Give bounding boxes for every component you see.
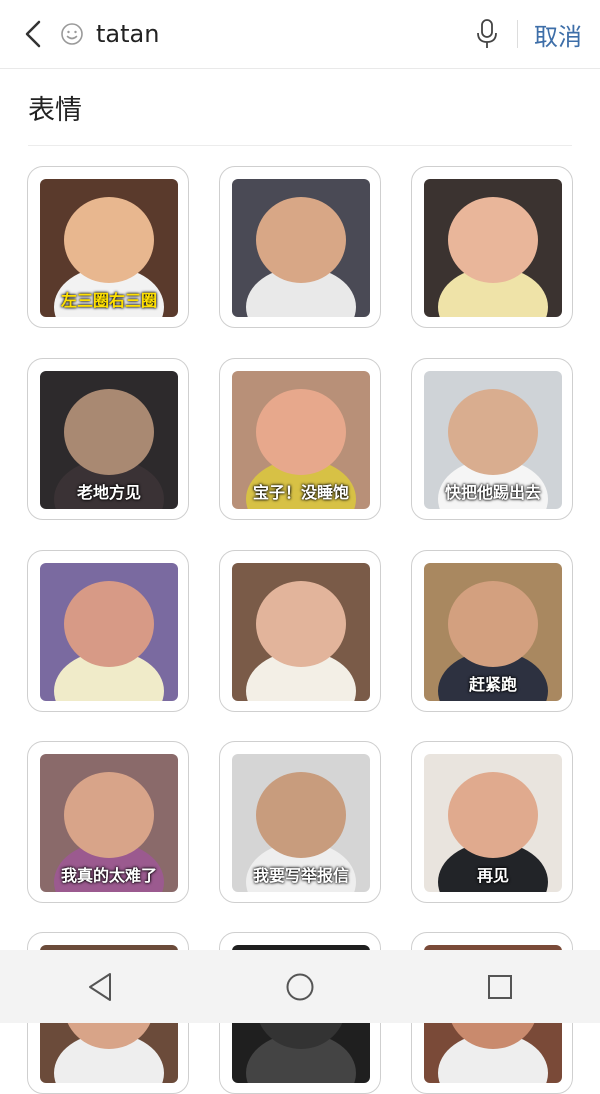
sticker-caption: 宝子！没睡饱	[252, 483, 349, 502]
sticker-image: 左三圈右三圈	[40, 179, 178, 317]
sticker-image: 我真的太难了	[40, 754, 178, 892]
sticker-image: 我要写举报信	[232, 754, 370, 892]
sticker-image: 赶紧跑	[424, 563, 562, 701]
triangle-back-icon[interactable]	[70, 957, 130, 1017]
sticker-item[interactable]: 我要写举报信	[219, 741, 381, 903]
sticker-item[interactable]	[411, 166, 573, 328]
sticker-caption: 赶紧跑	[468, 675, 517, 694]
sticker-face	[64, 772, 154, 858]
sticker-image	[40, 563, 178, 701]
sticker-image: 老地方见	[40, 371, 178, 509]
sticker-item[interactable]: 左三圈右三圈	[27, 166, 189, 328]
square-recents-icon[interactable]	[470, 957, 530, 1017]
sticker-item[interactable]: 我真的太难了	[27, 741, 189, 903]
sticker-face	[256, 772, 346, 858]
sticker-face	[64, 581, 154, 667]
sticker-image	[232, 179, 370, 317]
sticker-caption: 左三圈右三圈	[60, 291, 157, 310]
sticker-caption: 我真的太难了	[60, 866, 157, 885]
sticker-image: 宝子！没睡饱	[232, 371, 370, 509]
system-nav-bar	[0, 950, 600, 1023]
sticker-image	[232, 563, 370, 701]
sticker-item[interactable]: 再见	[411, 741, 573, 903]
sticker-face	[448, 772, 538, 858]
sticker-item[interactable]: 赶紧跑	[411, 550, 573, 712]
sticker-image: 快把他踢出去	[424, 371, 562, 509]
sticker-caption: 我要写举报信	[252, 866, 349, 885]
sticker-caption: 快把他踢出去	[444, 483, 541, 502]
circle-home-icon[interactable]	[270, 957, 330, 1017]
sticker-face	[64, 389, 154, 475]
sticker-face	[448, 197, 538, 283]
sticker-item[interactable]	[27, 550, 189, 712]
sticker-caption: 再见	[476, 866, 509, 885]
sticker-item[interactable]	[219, 550, 381, 712]
sticker-image	[424, 179, 562, 317]
sticker-caption: 老地方见	[76, 483, 141, 502]
sticker-face	[64, 197, 154, 283]
sticker-face	[256, 581, 346, 667]
sticker-face	[448, 581, 538, 667]
sticker-item[interactable]	[219, 166, 381, 328]
sticker-item[interactable]: 快把他踢出去	[411, 358, 573, 520]
sticker-item[interactable]: 老地方见	[27, 358, 189, 520]
sticker-face	[256, 197, 346, 283]
sticker-grid: 左三圈右三圈 老地方见 宝子！没睡饱 快把他踢出去 赶紧跑我真的太难了 我要写举报信 再见	[0, 0, 600, 1094]
sticker-item[interactable]: 宝子！没睡饱	[219, 358, 381, 520]
sticker-image: 再见	[424, 754, 562, 892]
sticker-face	[256, 389, 346, 475]
sticker-face	[448, 389, 538, 475]
